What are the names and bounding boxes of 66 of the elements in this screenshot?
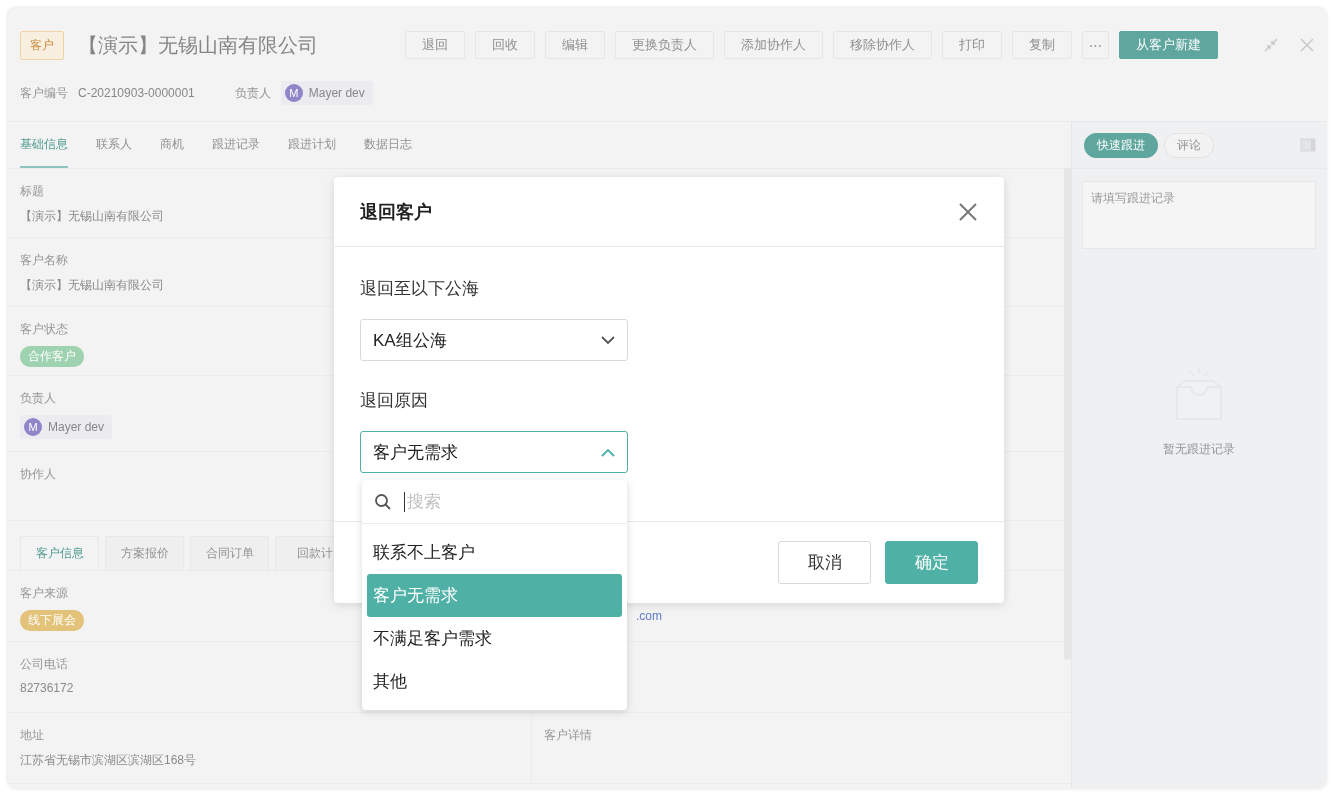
shrink-icon[interactable]	[1264, 38, 1278, 52]
field-label: 退回至以下公海	[360, 278, 480, 300]
meta-label: 客户编号	[20, 84, 68, 102]
field-value: 【演示】无锡山南有限公司	[20, 208, 164, 225]
tab[interactable]: 评论	[1164, 132, 1214, 158]
field-label: 客户详情	[544, 727, 592, 744]
action-button[interactable]: 复制	[1011, 31, 1072, 59]
field-label: 客户来源	[20, 585, 68, 602]
field-label: 地址	[20, 727, 44, 744]
field-value: 【演示】无锡山南有限公司	[20, 277, 164, 294]
tab[interactable]: 数据日志	[364, 122, 412, 168]
action-button[interactable]: 回收	[474, 31, 535, 59]
tab[interactable]: 跟进计划	[288, 122, 336, 168]
field-label: 公司电话	[20, 656, 68, 673]
field-label: 负责人	[20, 390, 56, 407]
action-button[interactable]: 移除协作人	[832, 31, 932, 59]
tab[interactable]: 跟进记录	[212, 122, 260, 168]
chevron-down-icon	[601, 335, 615, 345]
action-button[interactable]: 更换负责人	[614, 31, 714, 59]
dialog-title: 退回客户	[360, 200, 432, 224]
search-field[interactable]: 搜索	[362, 480, 627, 524]
action-button[interactable]: 添加协作人	[723, 31, 823, 59]
link-text: .com	[636, 609, 662, 623]
action-button[interactable]: 退回	[404, 31, 465, 59]
tab[interactable]: 快速跟进	[1084, 132, 1158, 158]
tab[interactable]: 合同订单	[190, 536, 269, 570]
menu-option[interactable]: 其他	[367, 660, 622, 703]
field-label: 退回原因	[360, 390, 429, 412]
menu-option[interactable]: 不满足客户需求	[367, 617, 622, 660]
action-button[interactable]: 编辑	[544, 31, 605, 59]
avatar: M	[24, 418, 42, 436]
action-button[interactable]: 打印	[941, 31, 1002, 59]
field-label: 标题	[20, 183, 44, 200]
tab[interactable]: 商机	[160, 122, 184, 168]
more-button[interactable]: ⋯	[1081, 31, 1109, 59]
field-value: 82736172	[20, 681, 74, 695]
action-button[interactable]: 从客户新建	[1119, 31, 1218, 59]
field-label: 客户状态	[20, 321, 68, 338]
status-tag: 线下展会	[20, 610, 84, 631]
user-chip: M Mayer dev	[20, 415, 113, 439]
confirm-button[interactable]: 确定	[885, 541, 978, 584]
cancel-button[interactable]: 取消	[778, 541, 871, 584]
tab[interactable]: 基础信息	[20, 122, 68, 168]
tab[interactable]: 联系人	[96, 122, 132, 168]
collapse-icon[interactable]	[1300, 138, 1316, 152]
menu-option[interactable]: 客户无需求	[367, 574, 622, 617]
menu-option[interactable]: 联系不上客户	[367, 531, 622, 574]
tab[interactable]: 客户信息	[20, 536, 99, 570]
avatar: M	[284, 84, 303, 102]
type-badge: 客户	[20, 30, 64, 60]
field-value: 江苏省无锡市滨湖区滨湖区168号	[20, 752, 197, 769]
customer-title: 【演示】无锡山南有限公司	[78, 32, 319, 58]
close-icon[interactable]	[958, 201, 978, 222]
meta-value: C-20210903-0000001	[78, 86, 195, 100]
meta-label: 负责人	[234, 84, 271, 102]
field-label: 客户名称	[20, 252, 68, 269]
select-field[interactable]: KA组公海	[360, 319, 628, 361]
status-tag: 合作客户	[20, 346, 84, 367]
search-icon	[374, 492, 392, 511]
note-field[interactable]: 请填写跟进记录	[1082, 181, 1316, 249]
chevron-up-icon	[601, 447, 615, 457]
tab[interactable]: 方案报价	[105, 536, 184, 570]
empty-message: 暂无跟进记录	[1163, 441, 1235, 458]
field-label: 协作人	[20, 466, 56, 483]
user-chip: M Mayer dev	[280, 81, 373, 105]
select-field[interactable]: 客户无需求	[360, 431, 628, 473]
